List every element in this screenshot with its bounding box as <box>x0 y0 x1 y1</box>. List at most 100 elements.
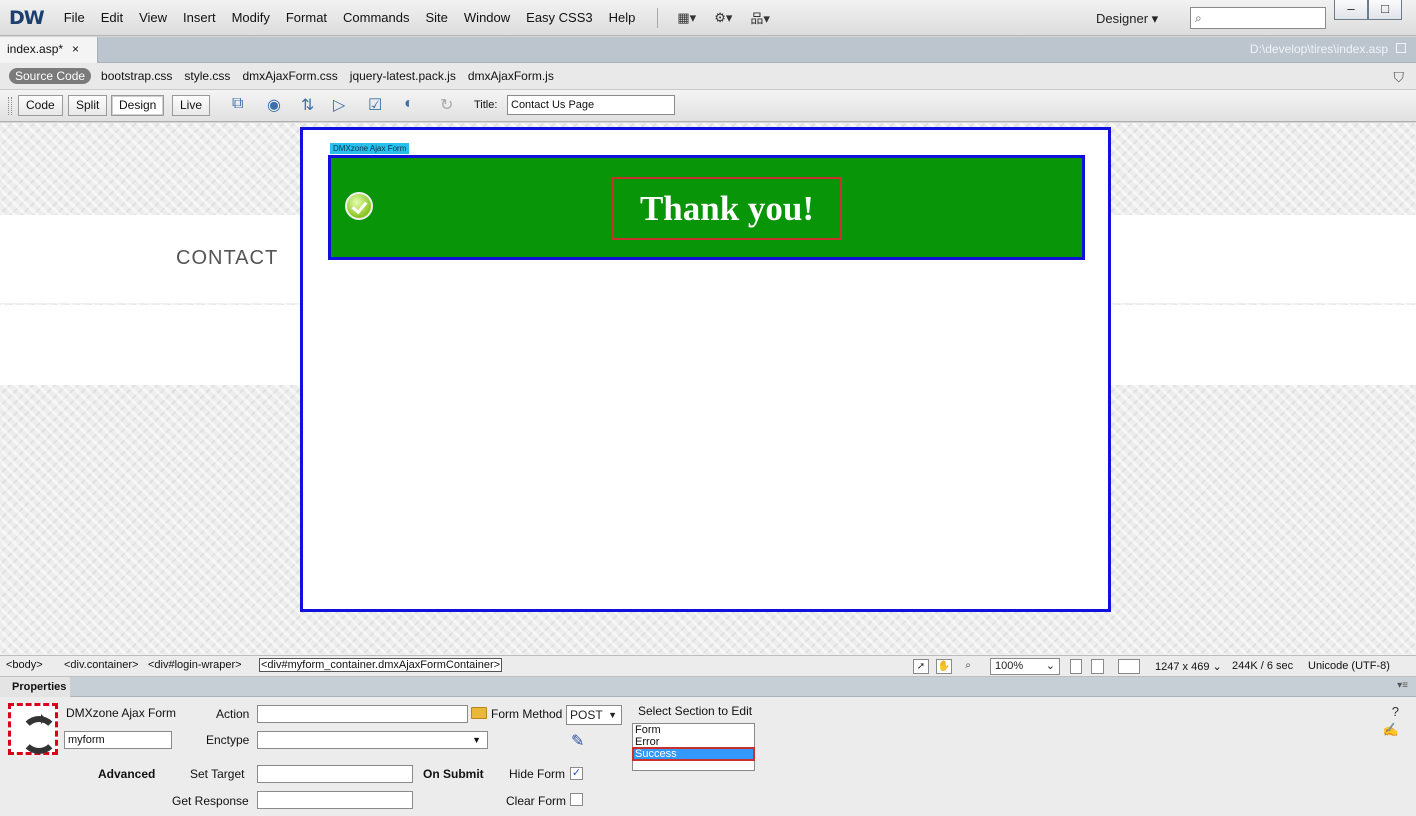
search-input[interactable]: ⌕ <box>1190 7 1326 29</box>
gear-icon[interactable]: ⚙▾ <box>705 10 741 26</box>
action-input[interactable] <box>257 705 468 723</box>
design-view-button[interactable]: Design <box>111 95 165 116</box>
w3c-validation-icon[interactable]: ▷ <box>333 95 345 115</box>
tag-selector-body[interactable]: <body> <box>6 659 43 671</box>
hand-tool-icon[interactable]: ✋ <box>936 659 952 674</box>
refresh-icon[interactable]: ↻ <box>440 95 453 115</box>
menu-edit[interactable]: Edit <box>93 10 131 25</box>
related-file-jquery[interactable]: jquery-latest.pack.js <box>344 69 462 83</box>
toolbar-grip <box>8 97 12 115</box>
document-path: D:\develop\tires\index.asp <box>1249 42 1388 56</box>
form-component-tag[interactable]: DMXzone Ajax Form <box>330 143 410 154</box>
success-message: Thank you! <box>639 189 815 228</box>
workspace-switcher[interactable]: Designer ▾ <box>1096 11 1158 27</box>
hide-form-checkbox[interactable]: ✓ <box>570 767 583 780</box>
menu-bar: DW File Edit View Insert Modify Format C… <box>0 0 1416 36</box>
app-logo: DW <box>9 6 45 29</box>
form-id-input[interactable]: myform <box>64 731 172 749</box>
related-file-style-css[interactable]: style.css <box>178 69 236 83</box>
set-target-input[interactable] <box>257 765 413 783</box>
clear-form-checkbox[interactable] <box>570 793 583 806</box>
multiscreen-icon[interactable]: ⧉ <box>232 95 243 113</box>
workspace-label: Designer <box>1096 11 1149 26</box>
document-toolbar: Code Split Design Live ⧉ ◉ ⇅ ▷ ☑ ◐ ↻ Tit… <box>0 90 1416 122</box>
chevron-down-icon: ⌄ <box>1045 660 1055 672</box>
menu-file[interactable]: File <box>56 10 93 25</box>
properties-tab[interactable]: Properties <box>0 677 70 697</box>
related-file-dmxajaxform-js[interactable]: dmxAjaxForm.js <box>462 69 560 83</box>
preview-browser-icon[interactable]: ◉ <box>267 95 281 115</box>
status-bar: <body> <div.container> <div#login-wraper… <box>0 655 1416 677</box>
action-label: Action <box>216 707 250 721</box>
properties-panel-header: Properties ▾≡ <box>0 677 1416 697</box>
window-size[interactable]: 1247 x 469 ⌄ <box>1155 660 1222 673</box>
enctype-select[interactable]: ▼ <box>257 731 488 749</box>
get-response-input[interactable] <box>257 791 413 809</box>
tag-selector-myform[interactable]: <div#myform_container.dmxAjaxFormContain… <box>259 658 503 672</box>
menu-insert[interactable]: Insert <box>175 10 224 25</box>
edit-pen-icon[interactable]: ✎ <box>571 731 584 751</box>
menu-modify[interactable]: Modify <box>224 10 278 25</box>
section-option-success[interactable]: Success <box>632 747 755 761</box>
filter-icon[interactable]: ⛉ <box>1394 69 1405 86</box>
section-option-error[interactable]: Error <box>633 736 754 748</box>
encoding: Unicode (UTF-8) <box>1308 660 1390 672</box>
close-icon[interactable]: × <box>72 42 79 56</box>
code-view-button[interactable]: Code <box>18 95 63 116</box>
menu-easy-css3[interactable]: Easy CSS3 <box>518 10 600 25</box>
properties-panel: DMXzone Ajax Form myform Action Form Met… <box>0 697 1416 816</box>
success-section[interactable]: Thank you! <box>328 155 1085 260</box>
visual-aids-icon[interactable]: ◐ <box>404 95 414 113</box>
check-browser-icon[interactable]: ☑ <box>368 95 382 115</box>
advanced-label: Advanced <box>98 767 156 781</box>
form-method-label: Form Method <box>491 707 563 721</box>
design-canvas[interactable]: CONTACT DMXzone Ajax Form Thank you! <box>0 123 1416 655</box>
file-management-icon[interactable]: ⇅ <box>301 95 314 115</box>
page-title-input[interactable]: Contact Us Page <box>507 95 675 115</box>
zoom-tool-icon[interactable]: ⌕ <box>960 659 976 674</box>
layout-icon[interactable]: ▦▾ <box>668 10 705 26</box>
menu-separator <box>657 7 659 28</box>
search-icon: ⌕ <box>1195 11 1202 25</box>
panel-menu-icon[interactable]: ▾≡ <box>1397 680 1408 691</box>
minimize-icon[interactable]: ‒ <box>1334 0 1368 20</box>
help-icon[interactable]: ? <box>1392 704 1399 719</box>
menu-view[interactable]: View <box>131 10 175 25</box>
menu-commands[interactable]: Commands <box>335 10 417 25</box>
menu-format[interactable]: Format <box>278 10 335 25</box>
mobile-size-icon[interactable] <box>1070 659 1082 674</box>
site-manager-icon[interactable]: 品▾ <box>741 8 779 27</box>
document-tab[interactable]: index.asp* × <box>0 37 98 63</box>
success-message-box[interactable]: Thank you! <box>612 177 842 240</box>
folder-icon[interactable] <box>471 707 487 719</box>
split-view-button[interactable]: Split <box>68 95 108 116</box>
quick-tag-editor-icon[interactable]: ✍ <box>1383 722 1399 738</box>
ajax-form-container[interactable]: DMXzone Ajax Form Thank you! <box>300 127 1111 612</box>
get-response-label: Get Response <box>172 794 249 808</box>
related-file-dmxajaxform-css[interactable]: dmxAjaxForm.css <box>236 69 343 83</box>
menu-help[interactable]: Help <box>601 10 644 25</box>
section-option-form[interactable]: Form <box>633 724 754 736</box>
related-file-source-code[interactable]: Source Code <box>9 68 92 84</box>
related-file-bootstrap-css[interactable]: bootstrap.css <box>95 69 178 83</box>
section-label: Select Section to Edit <box>638 704 753 718</box>
live-view-button[interactable]: Live <box>172 95 211 116</box>
restore-window-icon[interactable] <box>1396 43 1406 53</box>
menu-window[interactable]: Window <box>456 10 518 25</box>
select-tool-icon[interactable]: ➚ <box>913 659 929 674</box>
chevron-down-icon: ⌄ <box>1212 661 1222 673</box>
tag-selector-login-wraper[interactable]: <div#login-wraper> <box>148 659 242 671</box>
checkmark-icon <box>345 192 373 220</box>
menu-site[interactable]: Site <box>418 10 456 25</box>
form-method-value: POST <box>570 708 603 722</box>
tag-selector-container[interactable]: <div.container> <box>64 659 138 671</box>
form-method-select[interactable]: POST ▼ <box>566 705 622 725</box>
maximize-icon[interactable]: □ <box>1368 0 1402 20</box>
tablet-size-icon[interactable] <box>1091 659 1104 674</box>
section-listbox[interactable]: Form Error Success <box>632 723 755 771</box>
hide-form-label: Hide Form <box>509 767 566 781</box>
document-tab-label: index.asp* <box>7 42 64 56</box>
zoom-select[interactable]: 100% ⌄ <box>990 658 1060 675</box>
clear-form-label: Clear Form <box>506 794 567 808</box>
desktop-size-icon[interactable] <box>1118 659 1140 674</box>
